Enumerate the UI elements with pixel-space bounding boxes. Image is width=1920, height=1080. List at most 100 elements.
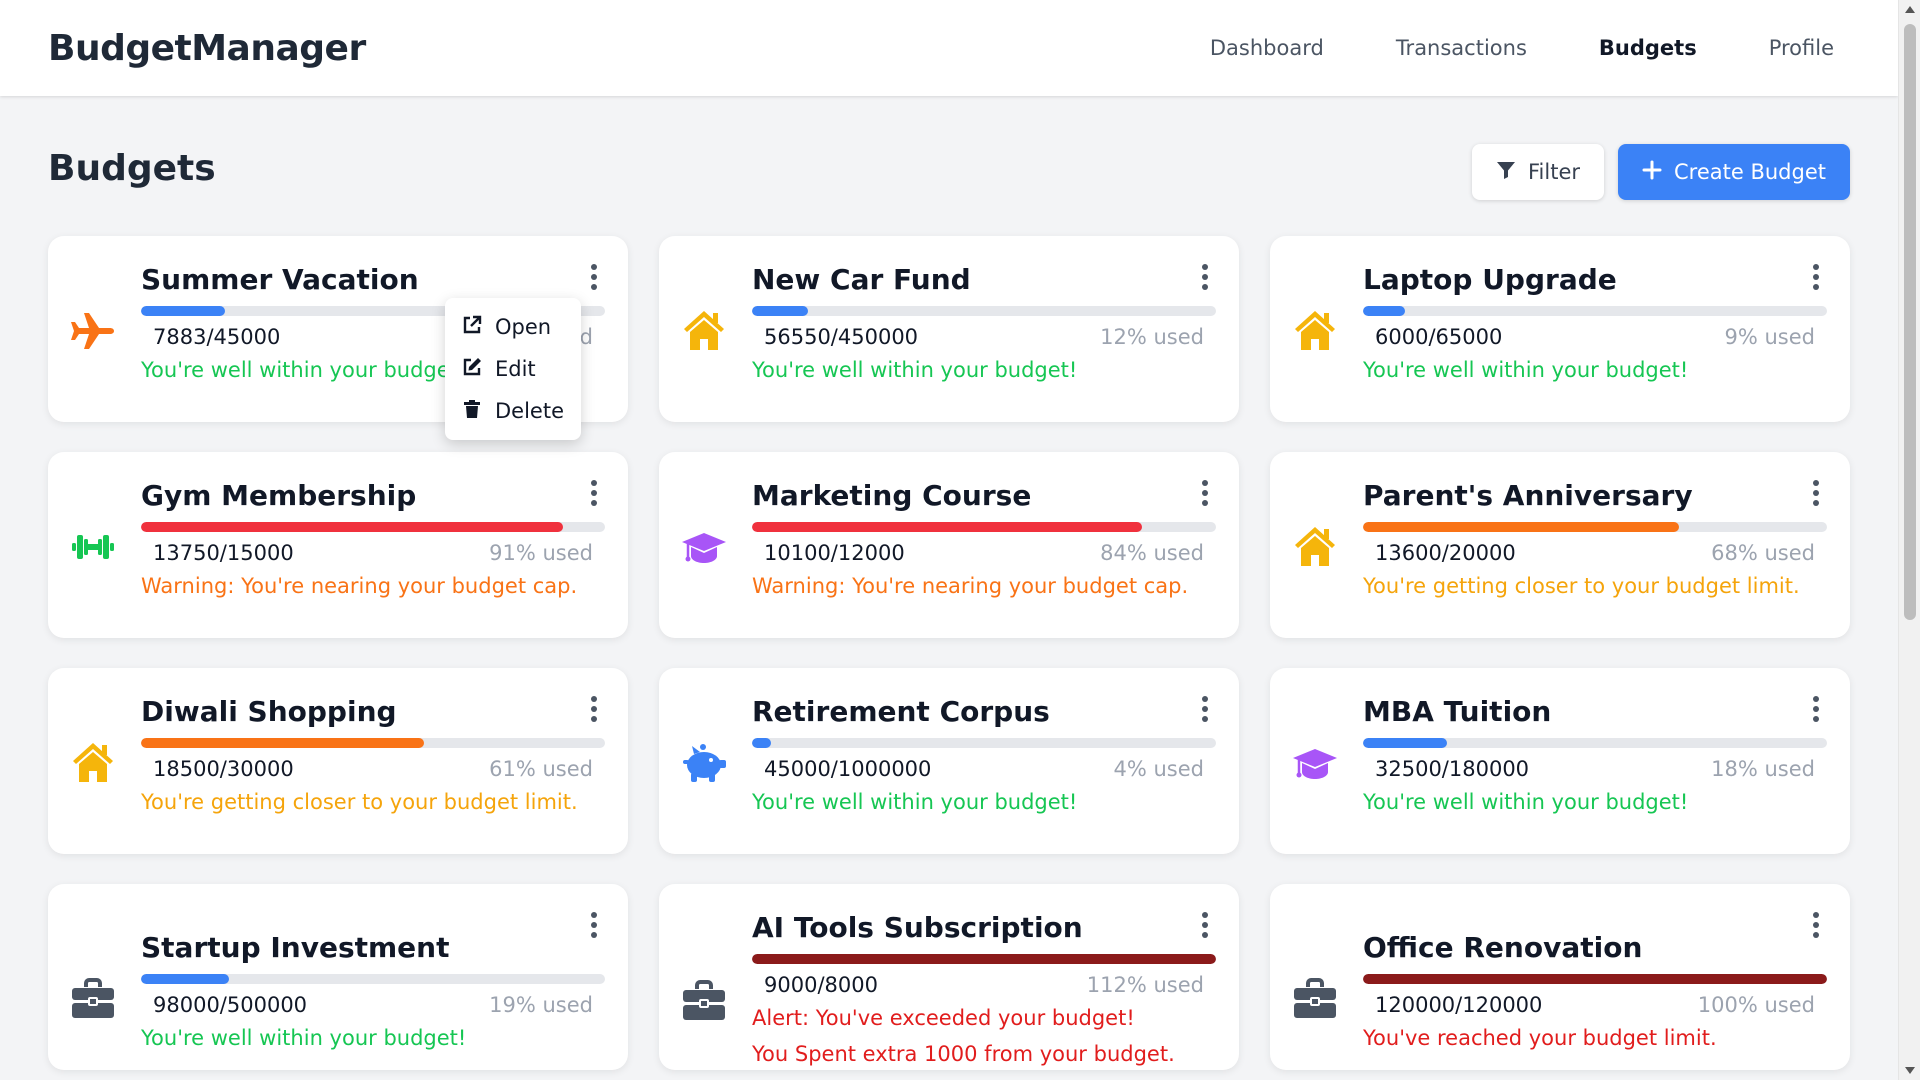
- budget-used-percent: 19% used: [489, 993, 593, 1017]
- budget-amount: 9000/8000: [764, 973, 878, 997]
- budget-name: AI Tools Subscription: [752, 911, 1083, 944]
- nav-transactions[interactable]: Transactions: [1396, 36, 1527, 60]
- nav-dashboard[interactable]: Dashboard: [1210, 36, 1324, 60]
- budget-used-percent: 84% used: [1100, 541, 1204, 565]
- plus-icon: [1642, 160, 1662, 185]
- page-scrollbar[interactable]: [1898, 0, 1920, 1080]
- budget-amount: 13600/20000: [1375, 541, 1516, 565]
- create-budget-button[interactable]: Create Budget: [1618, 144, 1850, 200]
- more-options-icon[interactable]: [1812, 912, 1820, 938]
- budget-stats: 10100/12000 84% used: [752, 538, 1216, 568]
- budget-progress-bar: [752, 954, 1216, 964]
- nav-budgets[interactable]: Budgets: [1599, 36, 1697, 60]
- menu-edit-label: Edit: [495, 357, 536, 381]
- scroll-thumb[interactable]: [1904, 24, 1916, 620]
- piggy-bank-icon: [679, 738, 729, 788]
- scroll-up-arrow[interactable]: [1905, 6, 1915, 13]
- budget-status-message: Warning: You're nearing your budget cap.: [141, 574, 578, 598]
- budget-status-message: You're well within your budget!: [1363, 358, 1689, 382]
- budget-status-message: You're getting closer to your budget lim…: [141, 790, 578, 814]
- card-body: New Car Fund 56550/450000 12% used You'r…: [752, 262, 1216, 388]
- budget-progress-fill: [1363, 522, 1679, 532]
- budget-progress-fill: [752, 306, 808, 316]
- budget-amount: 98000/500000: [153, 993, 308, 1017]
- budget-name: Office Renovation: [1363, 931, 1643, 964]
- budget-stats: 13600/20000 68% used: [1363, 538, 1827, 568]
- budget-card[interactable]: New Car Fund 56550/450000 12% used You'r…: [659, 236, 1239, 422]
- budget-name: Laptop Upgrade: [1363, 263, 1617, 296]
- page-title: Budgets: [48, 148, 216, 189]
- external-link-icon: [461, 314, 483, 341]
- card-body: Retirement Corpus 45000/1000000 4% used …: [752, 694, 1216, 820]
- nav-profile[interactable]: Profile: [1769, 36, 1834, 60]
- more-options-icon[interactable]: [1201, 264, 1209, 290]
- budget-status-message: Warning: You're nearing your budget cap.: [752, 574, 1189, 598]
- scroll-down-arrow[interactable]: [1905, 1067, 1915, 1074]
- budget-used-percent: 18% used: [1711, 757, 1815, 781]
- filter-icon: [1496, 160, 1516, 185]
- more-options-icon[interactable]: [1201, 696, 1209, 722]
- budget-amount: 45000/1000000: [764, 757, 932, 781]
- more-options-icon[interactable]: [590, 912, 598, 938]
- budget-card[interactable]: AI Tools Subscription 9000/8000 112% use…: [659, 884, 1239, 1070]
- budget-card[interactable]: Gym Membership 13750/15000 91% used Warn…: [48, 452, 628, 638]
- budget-amount: 7883/45000: [153, 325, 281, 349]
- budget-card[interactable]: Retirement Corpus 45000/1000000 4% used …: [659, 668, 1239, 854]
- more-options-icon[interactable]: [1201, 480, 1209, 506]
- budget-progress-bar: [752, 738, 1216, 748]
- budget-status-message: You're well within your budget!: [752, 790, 1078, 814]
- home-icon: [1290, 306, 1340, 356]
- card-body: Gym Membership 13750/15000 91% used Warn…: [141, 478, 605, 604]
- more-options-icon[interactable]: [590, 264, 598, 290]
- budget-progress-bar: [752, 306, 1216, 316]
- edit-icon: [461, 356, 483, 383]
- menu-open-label: Open: [495, 315, 552, 339]
- menu-item-delete[interactable]: Delete: [445, 390, 581, 432]
- home-icon: [679, 306, 729, 356]
- budget-name: New Car Fund: [752, 263, 971, 296]
- budget-progress-fill: [141, 738, 425, 748]
- budget-card[interactable]: Parent's Anniversary 13600/20000 68% use…: [1270, 452, 1850, 638]
- budget-amount: 13750/15000: [153, 541, 294, 565]
- budget-used-percent: 91% used: [489, 541, 593, 565]
- budget-progress-bar: [1363, 974, 1827, 984]
- budget-status-message: You're well within your budget!: [1363, 790, 1689, 814]
- budget-progress-fill: [752, 954, 1216, 964]
- menu-delete-label: Delete: [495, 399, 564, 423]
- more-options-icon[interactable]: [1201, 912, 1209, 938]
- filter-label: Filter: [1528, 160, 1581, 184]
- budget-used-percent: 61% used: [489, 757, 593, 781]
- budget-card[interactable]: Startup Investment 98000/500000 19% used…: [48, 884, 628, 1070]
- budget-stats: 13750/15000 91% used: [141, 538, 605, 568]
- brand-logo[interactable]: BudgetManager: [48, 28, 366, 69]
- budget-progress-bar: [141, 738, 605, 748]
- budget-status-message: You're well within your budget!: [752, 358, 1078, 382]
- budget-used-percent: 112% used: [1086, 973, 1204, 997]
- budget-name: Diwali Shopping: [141, 695, 397, 728]
- more-options-icon[interactable]: [590, 696, 598, 722]
- menu-item-edit[interactable]: Edit: [445, 348, 581, 390]
- more-options-icon[interactable]: [590, 480, 598, 506]
- more-options-icon[interactable]: [1812, 264, 1820, 290]
- more-options-icon[interactable]: [1812, 696, 1820, 722]
- budget-stats: 32500/180000 18% used: [1363, 754, 1827, 784]
- budget-card[interactable]: MBA Tuition 32500/180000 18% used You're…: [1270, 668, 1850, 854]
- more-options-icon[interactable]: [1812, 480, 1820, 506]
- budget-stats: 18500/30000 61% used: [141, 754, 605, 784]
- card-body: MBA Tuition 32500/180000 18% used You're…: [1363, 694, 1827, 820]
- budget-status-message: You've reached your budget limit.: [1363, 1026, 1717, 1050]
- create-budget-label: Create Budget: [1674, 160, 1826, 184]
- budget-card[interactable]: Office Renovation 120000/120000 100% use…: [1270, 884, 1850, 1070]
- budget-stats: 6000/65000 9% used: [1363, 322, 1827, 352]
- budget-progress-fill: [141, 522, 564, 532]
- top-navbar: BudgetManager Dashboard Transactions Bud…: [0, 0, 1898, 96]
- budget-card[interactable]: Marketing Course 10100/12000 84% used Wa…: [659, 452, 1239, 638]
- menu-item-open[interactable]: Open: [445, 306, 581, 348]
- filter-button[interactable]: Filter: [1472, 144, 1605, 200]
- budget-card[interactable]: Laptop Upgrade 6000/65000 9% used You're…: [1270, 236, 1850, 422]
- budget-card[interactable]: Diwali Shopping 18500/30000 61% used You…: [48, 668, 628, 854]
- budget-status-message: Alert: You've exceeded your budget!: [752, 1006, 1135, 1030]
- budget-amount: 56550/450000: [764, 325, 919, 349]
- budget-name: Parent's Anniversary: [1363, 479, 1693, 512]
- budget-progress-fill: [752, 522, 1142, 532]
